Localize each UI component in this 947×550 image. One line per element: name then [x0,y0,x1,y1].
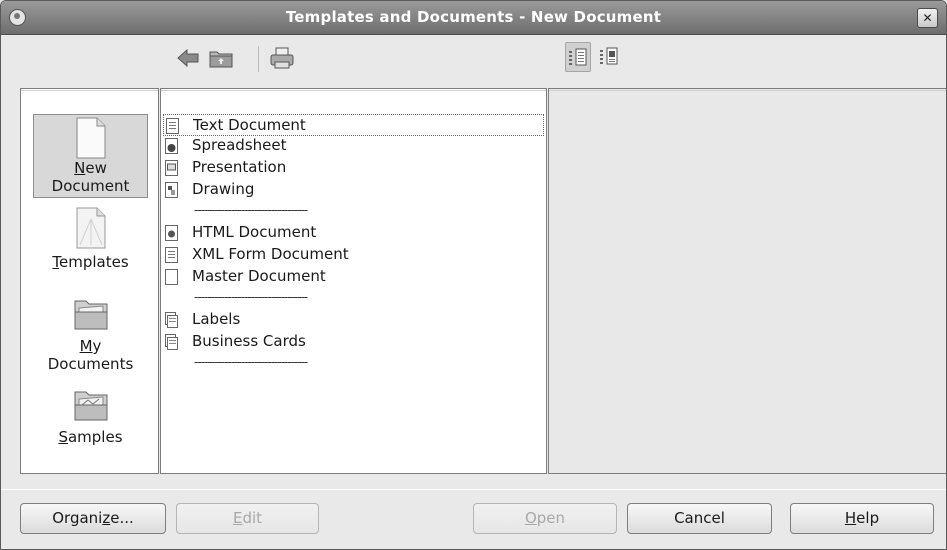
text-document-icon [166,118,179,134]
edit-button[interactable]: Edit [176,503,319,534]
footer-divider [1,489,946,490]
category-label: Samples [58,428,123,446]
close-button[interactable]: ✕ [917,8,938,28]
item-label: HTML Document [192,223,317,241]
panel-top-rule [161,89,546,91]
item-label: Master Document [192,267,326,285]
item-label: Text Document [193,116,306,134]
list-separator: ---------------------------------- [194,290,308,304]
item-label: Labels [192,310,241,328]
master-document-icon [165,269,178,285]
back-arrow-icon[interactable] [176,47,200,69]
labels-icon [165,312,178,328]
preview-view-button[interactable] [597,42,623,72]
category-templates[interactable]: Templates [33,207,148,271]
panel-top-rule [549,89,946,91]
xml-form-icon [165,247,178,263]
new-document-icon [76,117,105,159]
open-button[interactable]: Open [473,503,617,534]
item-label: Business Cards [192,332,306,350]
category-label: New [74,159,107,177]
drawing-icon [165,182,178,198]
list-separator: ---------------------------------- [194,203,308,217]
item-label: XML Form Document [192,245,349,263]
document-list: Text Document Spreadsheet Presentation D… [160,88,547,474]
window-title: Templates and Documents - New Document [285,8,662,26]
presentation-icon [165,160,178,176]
folder-icon [74,300,107,330]
toolbar-separator [258,46,259,72]
templates-icon [76,207,105,249]
category-samples[interactable]: Samples [33,388,148,452]
category-label-line2: Document [51,177,130,195]
document-view-button[interactable] [565,42,591,72]
list-separator: ---------------------------------- [194,355,308,369]
item-label: Presentation [192,158,287,176]
item-label: Spreadsheet [192,136,287,154]
category-label: Templates [52,253,129,271]
title-bar: Templates and Documents - New Document ✕ [1,1,946,35]
preview-panel [548,88,946,474]
business-cards-icon [165,334,178,350]
category-my-documents[interactable]: My Documents [33,297,148,377]
organize-button[interactable]: Organize... [20,503,166,534]
templates-dialog: Templates and Documents - New Document ✕ [0,0,947,550]
document-view-icon [569,48,587,66]
samples-folder-icon [74,391,107,421]
html-document-icon [165,225,178,241]
up-folder-icon[interactable] [208,46,234,70]
cancel-button[interactable]: Cancel [627,503,772,534]
item-label: Drawing [192,180,255,198]
list-item-text-document[interactable]: Text Document [163,114,544,136]
preview-view-icon [600,47,618,65]
spreadsheet-icon [165,138,178,154]
category-label-line2: Documents [47,355,134,373]
help-button[interactable]: Help [790,503,934,534]
print-icon[interactable] [269,46,295,70]
category-new-document[interactable]: New Document [33,114,148,198]
panel-top-rule [21,89,158,91]
category-label: My [79,337,102,355]
category-panel: New Document Templates My Documents Samp… [20,88,159,474]
